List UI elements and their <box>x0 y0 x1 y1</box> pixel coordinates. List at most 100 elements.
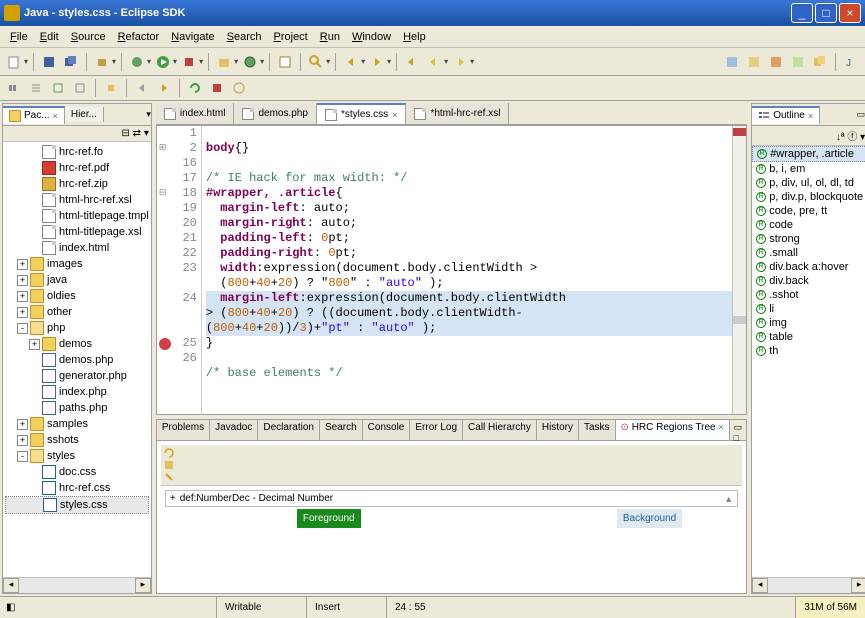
external-tools-button[interactable] <box>179 52 199 72</box>
outline-item[interactable]: Rcode, pre, tt <box>752 204 865 218</box>
tab-hierarchy[interactable]: Hier... <box>65 107 104 122</box>
show-source-button[interactable] <box>26 78 46 98</box>
background-swatch[interactable]: Background <box>617 509 682 528</box>
stop-button[interactable] <box>207 78 227 98</box>
code-content[interactable]: body{}/* IE hack for max width: */#wrapp… <box>202 126 732 414</box>
tree-item[interactable]: +images <box>5 256 149 272</box>
close-icon[interactable]: × <box>53 111 58 121</box>
expand-toggle[interactable]: + <box>29 339 40 350</box>
file-tree[interactable]: hrc-ref.fohrc-ref.pdfhrc-ref.ziphtml-hrc… <box>3 142 151 577</box>
link-icon[interactable] <box>163 471 740 483</box>
tree-item[interactable]: html-titlepage.xsl <box>5 224 149 240</box>
last-edit-button[interactable] <box>402 52 422 72</box>
expand-toggle[interactable]: + <box>17 435 28 446</box>
tree-item[interactable]: demos.php <box>5 352 149 368</box>
minimize-icon[interactable]: ▭ <box>855 109 865 120</box>
new-button[interactable] <box>4 52 24 72</box>
new-package-button[interactable] <box>214 52 234 72</box>
view-menu-icon[interactable]: ▾ <box>144 128 149 139</box>
search-button[interactable] <box>306 52 326 72</box>
close-button[interactable]: × <box>839 3 861 23</box>
new-class-button[interactable] <box>240 52 260 72</box>
tree-item[interactable]: index.php <box>5 384 149 400</box>
outline-item[interactable]: R#wrapper, .article <box>752 146 865 162</box>
expand-toggle[interactable]: + <box>17 291 28 302</box>
filter-icon[interactable] <box>163 459 740 471</box>
bottom-tab-tasks[interactable]: Tasks <box>579 420 616 440</box>
bottom-tab-hrc-regions[interactable]: ⊙ HRC Regions Tree × <box>616 420 730 440</box>
editor-tab[interactable]: index.html <box>156 103 235 124</box>
view-menu-icon[interactable]: ▾ <box>146 109 151 120</box>
forward-button[interactable] <box>450 52 470 72</box>
menu-project[interactable]: Project <box>268 29 314 45</box>
bottom-tab-call-hierarchy[interactable]: Call Hierarchy <box>463 420 537 440</box>
tree-item[interactable]: index.html <box>5 240 149 256</box>
code-editor[interactable]: 1⊞21617⊟181920212223242526 body{}/* IE h… <box>156 125 747 415</box>
debug-button[interactable] <box>127 52 147 72</box>
nav-next-button[interactable] <box>154 78 174 98</box>
link-editor-icon[interactable]: ⇄ <box>133 128 141 139</box>
outline-scrollbar[interactable]: ◂▸ <box>752 577 865 593</box>
sync-icon[interactable] <box>163 447 740 459</box>
block-selection-button[interactable] <box>70 78 90 98</box>
expand-toggle[interactable]: + <box>17 307 28 318</box>
chevron-up-icon[interactable]: ▲ <box>724 494 733 504</box>
tree-item[interactable]: +samples <box>5 416 149 432</box>
bottom-tab-javadoc[interactable]: Javadoc <box>210 420 258 440</box>
outline-item[interactable]: Rth <box>752 344 865 358</box>
outline-item[interactable]: Rcode <box>752 218 865 232</box>
perspective-button-3[interactable] <box>766 52 786 72</box>
tree-item[interactable]: hrc-ref.css <box>5 480 149 496</box>
bottom-tab-problems[interactable]: Problems <box>157 420 210 440</box>
toggle-breadcrumb-button[interactable] <box>4 78 24 98</box>
tree-item[interactable]: generator.php <box>5 368 149 384</box>
refresh-button[interactable] <box>185 78 205 98</box>
sort-icon[interactable]: ↓ª <box>836 132 845 143</box>
foreground-swatch[interactable]: Foreground <box>297 509 361 528</box>
menu-source[interactable]: Source <box>65 29 112 45</box>
annotation-prev-button[interactable] <box>341 52 361 72</box>
outline-item[interactable]: R.sshot <box>752 288 865 302</box>
menu-refactor[interactable]: Refactor <box>112 29 166 45</box>
tree-item[interactable]: hrc-ref.zip <box>5 176 149 192</box>
back-button[interactable] <box>424 52 444 72</box>
tree-item[interactable]: -styles <box>5 448 149 464</box>
outline-item[interactable]: Rb, i, em <box>752 162 865 176</box>
tree-item[interactable]: paths.php <box>5 400 149 416</box>
menu-file[interactable]: File <box>4 29 34 45</box>
outline-item[interactable]: R.small <box>752 246 865 260</box>
perspective-button-5[interactable] <box>810 52 830 72</box>
outline-item[interactable]: Rdiv.back <box>752 274 865 288</box>
bottom-tab-history[interactable]: History <box>537 420 579 440</box>
tree-item[interactable]: styles.css <box>5 496 149 514</box>
filter-icon[interactable]: ⓕ <box>847 132 857 143</box>
show-whitespace-button[interactable] <box>101 78 121 98</box>
bottom-tab-declaration[interactable]: Declaration <box>258 420 320 440</box>
region-definition-row[interactable]: + def:NumberDec - Decimal Number ▲ <box>165 490 738 507</box>
outline-item[interactable]: Rp, div.p, blockquote <box>752 190 865 204</box>
bottom-tab-console[interactable]: Console <box>363 420 411 440</box>
save-all-button[interactable] <box>61 52 81 72</box>
outline-item[interactable]: Rtable <box>752 330 865 344</box>
status-memory[interactable]: 31M of 56M <box>795 597 865 618</box>
editor-tab[interactable]: *styles.css× <box>317 103 407 124</box>
perspective-button-4[interactable] <box>788 52 808 72</box>
minimize-button[interactable]: _ <box>791 3 813 23</box>
mark-occurrences-button[interactable] <box>48 78 68 98</box>
tree-scrollbar[interactable]: ◂▸ <box>3 577 151 593</box>
tree-item[interactable]: +oldies <box>5 288 149 304</box>
menu-edit[interactable]: Edit <box>34 29 65 45</box>
outline-item[interactable]: Rdiv.back a:hover <box>752 260 865 274</box>
editor-tab[interactable]: demos.php <box>234 103 316 124</box>
outline-item[interactable]: Rimg <box>752 316 865 330</box>
close-tab-icon[interactable]: × <box>392 110 397 120</box>
menu-help[interactable]: Help <box>397 29 432 45</box>
perspective-button-2[interactable] <box>744 52 764 72</box>
menu-search[interactable]: Search <box>221 29 268 45</box>
java-perspective-button[interactable]: J <box>841 52 861 72</box>
expand-toggle[interactable]: + <box>17 259 28 270</box>
expand-toggle[interactable]: + <box>17 419 28 430</box>
view-controls[interactable]: ▭ □ <box>730 420 747 440</box>
maximize-button[interactable]: □ <box>815 3 837 23</box>
tree-item[interactable]: doc.css <box>5 464 149 480</box>
